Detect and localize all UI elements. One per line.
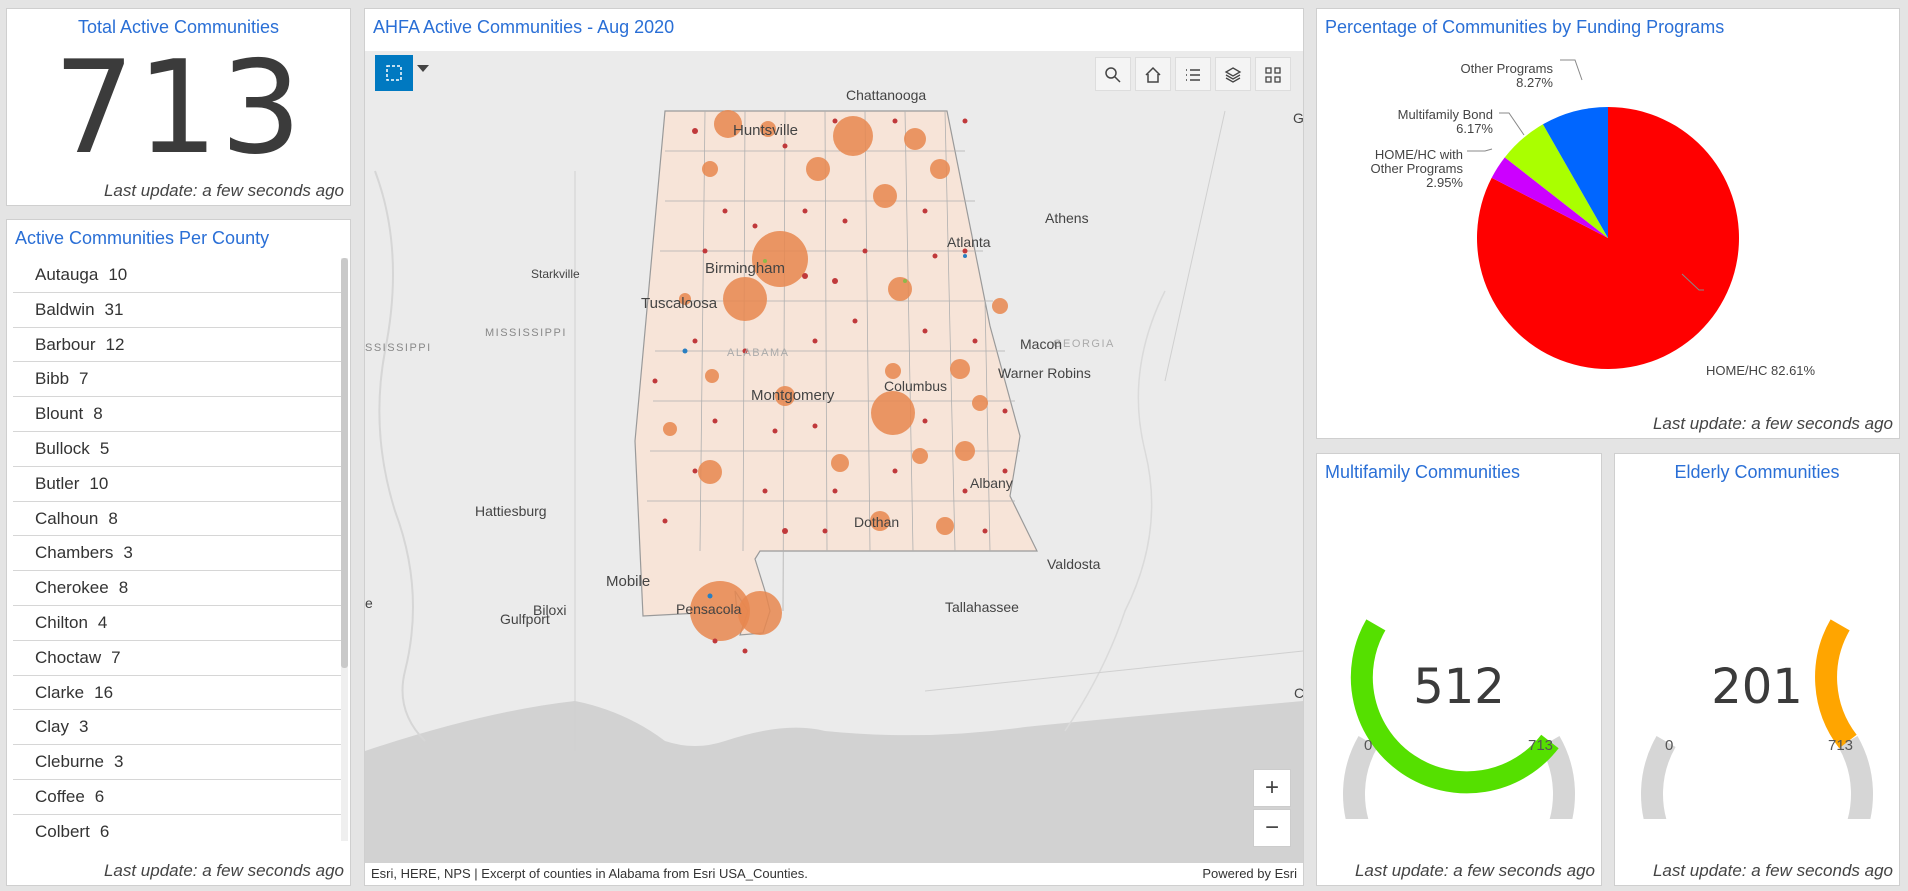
gauge-value: 512 bbox=[1413, 659, 1505, 715]
county-list-title: Active Communities Per County bbox=[15, 228, 270, 248]
gauge-max: 713 bbox=[1528, 737, 1554, 754]
scrollbar-thumb[interactable] bbox=[341, 258, 348, 668]
funding-title: Percentage of Communities by Funding Pro… bbox=[1325, 17, 1725, 37]
gauge-min: 0 bbox=[1665, 737, 1674, 754]
map-label: G bbox=[1293, 110, 1303, 126]
list-item[interactable]: Blount 8 bbox=[13, 397, 345, 432]
list-item[interactable]: Bullock 5 bbox=[13, 432, 345, 467]
map-label: Albany bbox=[970, 475, 1013, 491]
map-label: MISSISSIPPI bbox=[485, 327, 567, 339]
basemap-gallery-icon bbox=[1265, 67, 1281, 83]
select-icon bbox=[386, 65, 402, 81]
map-label: Macon bbox=[1020, 336, 1062, 352]
map-label: ALABAMA bbox=[727, 347, 789, 359]
list-scrollbar[interactable] bbox=[341, 258, 348, 841]
map-label: Mobile bbox=[606, 573, 650, 590]
list-item[interactable]: Choctaw 7 bbox=[13, 641, 345, 676]
last-update-text: Last update: a few seconds ago bbox=[1652, 414, 1893, 433]
last-update-text: Last update: a few seconds ago bbox=[1652, 861, 1893, 880]
gauge-value: 201 bbox=[1711, 659, 1803, 715]
map-label: Montgomery bbox=[751, 387, 835, 404]
pie-label: 8.27% bbox=[1516, 75, 1553, 90]
last-update-text: Last update: a few seconds ago bbox=[103, 181, 344, 200]
list-item[interactable]: Calhoun 8 bbox=[13, 502, 345, 537]
map-label: Hattiesburg bbox=[475, 503, 547, 519]
zoom-out-button[interactable]: − bbox=[1253, 809, 1291, 847]
select-tool-button[interactable] bbox=[375, 55, 413, 91]
multifamily-title: Multifamily Communities bbox=[1325, 462, 1521, 482]
map-label: Gulfport bbox=[500, 611, 550, 627]
map-label: Warner Robins bbox=[998, 365, 1091, 381]
county-list: Autauga 10 Baldwin 31 Barbour 12 Bibb 7 Blou… bbox=[13, 258, 345, 841]
list-item[interactable]: Clarke 16 bbox=[13, 676, 345, 711]
map-canvas: Chattanooga Huntsville Athens Atlanta St… bbox=[365, 51, 1303, 863]
list-item[interactable]: Cherokee 8 bbox=[13, 571, 345, 606]
list-item[interactable]: Butler 10 bbox=[13, 467, 345, 502]
powered-by-esri[interactable]: Powered by Esri bbox=[1202, 863, 1297, 885]
layers-button[interactable] bbox=[1215, 57, 1251, 91]
map-label: Valdosta bbox=[1047, 556, 1101, 572]
pie-label: 6.17% bbox=[1456, 121, 1493, 136]
map-label: SSISSIPPI bbox=[365, 342, 432, 354]
list-item[interactable]: Autauga 10 bbox=[13, 258, 345, 293]
pie-label: 2.95% bbox=[1426, 175, 1463, 190]
multifamily-panel: Multifamily Communities 512 0 713 Last u… bbox=[1316, 453, 1602, 886]
search-button[interactable] bbox=[1095, 57, 1131, 91]
map-title: AHFA Active Communities - Aug 2020 bbox=[373, 17, 675, 37]
map-label: C bbox=[1294, 685, 1303, 701]
pie-label: Other Programs bbox=[1461, 61, 1554, 76]
home-icon bbox=[1145, 67, 1161, 83]
map-view[interactable]: Chattanooga Huntsville Athens Atlanta St… bbox=[365, 51, 1303, 863]
map-label: Huntsville bbox=[733, 122, 798, 139]
search-icon bbox=[1105, 67, 1121, 83]
map-label: Birmingham bbox=[705, 260, 785, 277]
map-label: Pensacola bbox=[676, 601, 742, 617]
pie-label: Other Programs bbox=[1371, 161, 1464, 176]
map-attribution: Esri, HERE, NPS | Excerpt of counties in… bbox=[365, 863, 1303, 885]
list-item[interactable]: Coffee 6 bbox=[13, 780, 345, 815]
elderly-title: Elderly Communities bbox=[1674, 462, 1840, 482]
list-item[interactable]: Chilton 4 bbox=[13, 606, 345, 641]
list-item[interactable]: Colbert 6 bbox=[13, 815, 345, 841]
list-item[interactable]: Baldwin 31 bbox=[13, 293, 345, 328]
gauge-max: 713 bbox=[1828, 737, 1854, 754]
attribution-text: Esri, HERE, NPS | Excerpt of counties in… bbox=[371, 866, 808, 881]
layers-icon bbox=[1224, 67, 1242, 83]
elderly-panel: Elderly Communities 201 0 713 Last updat… bbox=[1614, 453, 1900, 886]
list-item[interactable]: Cleburne 3 bbox=[13, 745, 345, 780]
list-item[interactable]: Bibb 7 bbox=[13, 362, 345, 398]
last-update-text: Last update: a few seconds ago bbox=[103, 861, 344, 880]
map-label: GEORGIA bbox=[1053, 338, 1115, 350]
map-label: Starkville bbox=[531, 267, 580, 281]
map-label: Athens bbox=[1045, 210, 1089, 226]
zoom-in-button[interactable]: + bbox=[1253, 769, 1291, 807]
basemap-button[interactable] bbox=[1255, 57, 1291, 91]
last-update-text: Last update: a few seconds ago bbox=[1354, 861, 1595, 880]
map-label: Tallahassee bbox=[945, 599, 1019, 615]
pie-label: HOME/HC with bbox=[1375, 147, 1463, 162]
pie-label: HOME/HC 82.61% bbox=[1706, 363, 1816, 378]
map-label: Chattanooga bbox=[846, 87, 926, 103]
legend-button[interactable] bbox=[1175, 57, 1211, 91]
county-list-panel: Active Communities Per County Autauga 10 … bbox=[6, 219, 351, 886]
map-label: Dothan bbox=[854, 514, 899, 530]
list-icon bbox=[1186, 69, 1200, 81]
map-panel: AHFA Active Communities - Aug 2020 Chatt… bbox=[364, 8, 1304, 886]
map-label: Tuscaloosa bbox=[641, 295, 718, 312]
map-label: Atlanta bbox=[947, 234, 991, 250]
funding-panel: Percentage of Communities by Funding Pro… bbox=[1316, 8, 1900, 439]
list-item[interactable]: Clay 3 bbox=[13, 710, 345, 746]
list-item[interactable]: Barbour 12 bbox=[13, 328, 345, 363]
map-label: Columbus bbox=[884, 378, 947, 394]
pie-label: Multifamily Bond bbox=[1398, 107, 1493, 122]
home-button[interactable] bbox=[1135, 57, 1171, 91]
gauge-min: 0 bbox=[1364, 737, 1373, 754]
total-communities-panel: Total Active Communities 713 Last update… bbox=[6, 8, 351, 206]
chevron-down-icon[interactable] bbox=[417, 65, 429, 72]
list-item[interactable]: Chambers 3 bbox=[13, 536, 345, 572]
funding-pie-chart: Other Programs 8.27% Multifamily Bond 6.… bbox=[1371, 59, 1816, 378]
map-label: e bbox=[365, 595, 373, 611]
total-communities-value: 713 bbox=[53, 34, 304, 183]
